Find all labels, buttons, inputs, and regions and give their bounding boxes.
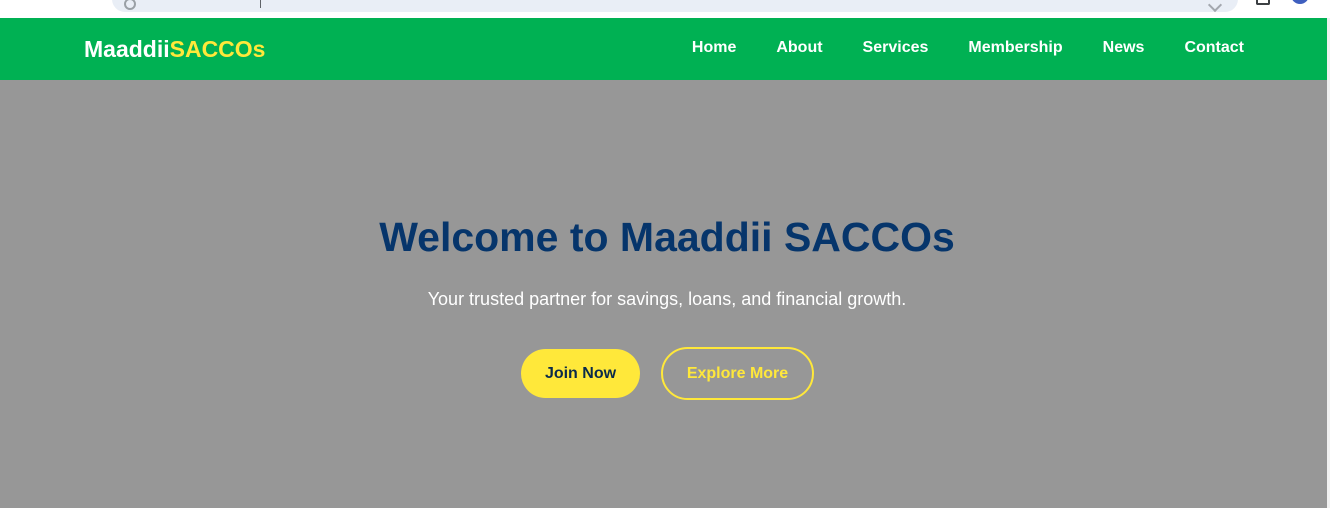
nav-link-news[interactable]: News <box>1103 38 1145 58</box>
explore-more-button[interactable]: Explore More <box>661 347 814 400</box>
extensions-icon[interactable] <box>1256 0 1270 5</box>
hero-section: Welcome to Maaddii SACCOs Your trusted p… <box>0 80 1330 508</box>
join-now-button[interactable]: Join Now <box>521 349 640 398</box>
nav-link-membership[interactable]: Membership <box>968 38 1062 58</box>
browser-toolbar <box>0 0 1330 18</box>
nav-link-services[interactable]: Services <box>863 38 929 58</box>
text-caret <box>260 0 261 8</box>
hero-subtitle: Your trusted partner for savings, loans,… <box>427 289 907 309</box>
hero-title: Welcome to Maaddii SACCOs <box>379 214 955 260</box>
site-logo[interactable]: MaaddiiSACCOs <box>84 36 265 62</box>
bookmark-icon[interactable] <box>1207 0 1223 13</box>
main-nav: Home About Services Membership News Cont… <box>692 38 1244 58</box>
nav-link-contact[interactable]: Contact <box>1184 38 1244 58</box>
site-info-icon[interactable] <box>124 0 136 10</box>
logo-text-accent: SACCOs <box>169 36 266 62</box>
site-navbar: MaaddiiSACCOs Home About Services Member… <box>0 18 1330 80</box>
hero-actions: Join Now Explore More <box>521 347 814 400</box>
logo-text-main: Maaddii <box>84 36 170 62</box>
address-bar[interactable] <box>112 0 1238 13</box>
nav-link-about[interactable]: About <box>776 38 822 58</box>
profile-avatar[interactable] <box>1291 0 1309 4</box>
nav-link-home[interactable]: Home <box>692 38 736 58</box>
